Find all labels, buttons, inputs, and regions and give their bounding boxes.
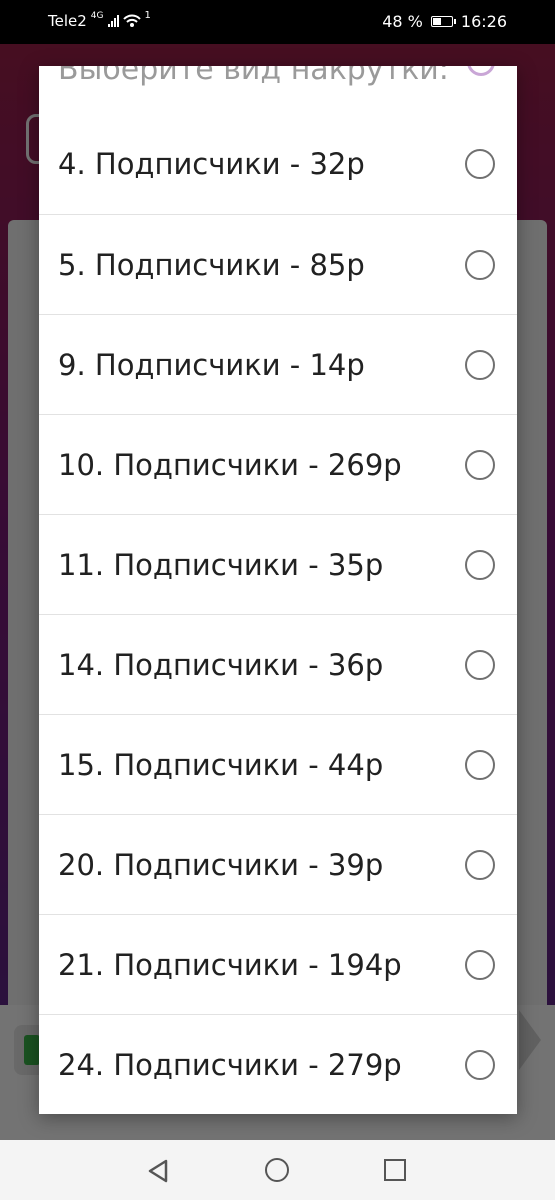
option-label: 5. Подписчики - 85р — [58, 247, 365, 282]
radio-unchecked-icon[interactable] — [465, 149, 495, 179]
option-item[interactable]: 11. Подписчики - 35р — [39, 515, 517, 615]
navigation-bar — [0, 1140, 555, 1200]
option-label: 10. Подписчики - 269р — [58, 447, 402, 482]
status-right: 48 % 16:26 — [382, 12, 507, 31]
battery-icon — [430, 16, 456, 27]
option-label: 15. Подписчики - 44р — [58, 747, 384, 782]
option-label: 4. Подписчики - 32р — [58, 147, 365, 181]
status-left: Tele2 4G 1 — [48, 9, 151, 31]
carrier-name: Tele2 — [48, 12, 87, 30]
option-item[interactable]: 24. Подписчики - 279р — [39, 1015, 517, 1114]
options-list: 4. Подписчики - 32р 5. Подписчики - 85р … — [39, 114, 517, 1114]
option-item[interactable]: 21. Подписчики - 194р — [39, 915, 517, 1015]
home-circle-icon[interactable] — [265, 1158, 289, 1182]
option-item[interactable]: 14. Подписчики - 36р — [39, 615, 517, 715]
option-item[interactable]: 15. Подписчики - 44р — [39, 715, 517, 815]
battery-percent: 48 % — [382, 12, 423, 31]
wifi-icon — [122, 14, 141, 27]
phone-screen: Tele2 4G 1 48 % 16:26 Выберите вид накру… — [0, 0, 555, 1200]
option-item[interactable]: 5. Подписчики - 85р — [39, 215, 517, 315]
radio-unchecked-icon[interactable] — [465, 649, 495, 680]
radio-unchecked-icon[interactable] — [465, 349, 495, 380]
radio-unchecked-icon[interactable] — [465, 1050, 495, 1080]
back-triangle-icon[interactable] — [146, 1159, 170, 1183]
option-label: 21. Подписчики - 194р — [58, 947, 402, 982]
option-label: 14. Подписчики - 36р — [58, 647, 384, 682]
option-label: 24. Подписчики - 279р — [58, 1048, 402, 1082]
option-label: 11. Подписчики - 35р — [58, 547, 384, 582]
radio-unchecked-icon[interactable] — [465, 449, 495, 480]
option-item[interactable]: 20. Подписчики - 39р — [39, 815, 517, 915]
signal-icon — [107, 15, 119, 27]
battery-fill — [432, 18, 441, 25]
radio-unchecked-icon[interactable] — [465, 549, 495, 580]
option-item[interactable]: 9. Подписчики - 14р — [39, 315, 517, 415]
radio-unchecked-icon[interactable] — [465, 749, 495, 780]
option-item[interactable]: 4. Подписчики - 32р — [39, 114, 517, 215]
radio-unchecked-icon[interactable] — [465, 249, 495, 280]
status-bar: Tele2 4G 1 48 % 16:26 — [0, 0, 555, 44]
option-item[interactable]: 10. Подписчики - 269р — [39, 415, 517, 515]
dialog-title: Выберите вид накрутки: — [58, 66, 449, 87]
radio-unchecked-icon[interactable] — [465, 949, 495, 980]
option-label: 20. Подписчики - 39р — [58, 847, 384, 882]
sim-indicator: 1 — [144, 9, 151, 21]
choice-dialog: Выберите вид накрутки: 4. Подписчики - 3… — [39, 66, 517, 1114]
recent-square-icon[interactable] — [384, 1159, 406, 1181]
clock: 16:26 — [460, 12, 507, 31]
option-label: 9. Подписчики - 14р — [58, 347, 365, 382]
radio-unchecked-icon[interactable] — [465, 849, 495, 880]
network-type: 4G — [90, 11, 104, 21]
